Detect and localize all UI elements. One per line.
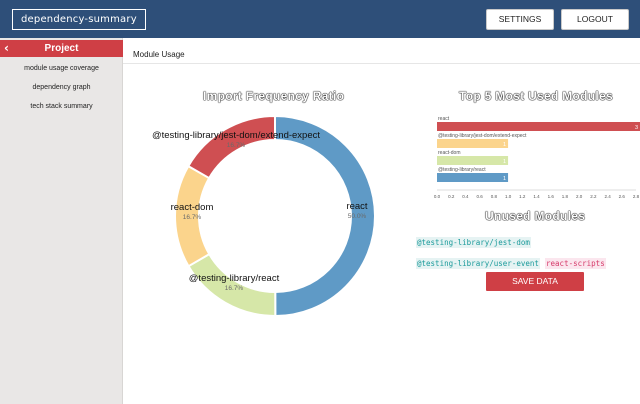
- slice-pct: 16.7%: [226, 142, 246, 149]
- slice-label-testing-library-react: @testing-library/react 16.7%: [179, 273, 289, 292]
- bar: [437, 156, 509, 165]
- bar-category-label: react: [438, 116, 450, 122]
- x-tick-label: 0.6: [477, 194, 484, 199]
- title-divider: [123, 63, 640, 64]
- sidebar-item-module-usage-coverage[interactable]: module usage coverage: [0, 65, 123, 72]
- x-tick-label: 1.4: [533, 194, 540, 199]
- app-brand[interactable]: dependency-summary: [12, 9, 146, 30]
- bar-category-label: react-dom: [438, 150, 461, 156]
- logout-button[interactable]: LOGOUT: [561, 9, 629, 30]
- slice-pct: 16.7%: [224, 285, 244, 292]
- slice-label-react-dom: react-dom 16.7%: [161, 202, 223, 221]
- sidebar-item-tech-stack-summary[interactable]: tech stack summary: [0, 103, 123, 110]
- x-tick-label: 1.0: [505, 194, 512, 199]
- x-tick-label: 1.6: [548, 194, 555, 199]
- bar-value-label: 3: [635, 125, 638, 131]
- sidebar-title: Project: [44, 43, 79, 54]
- unused-modules-title: Unused Modules: [485, 209, 586, 223]
- top-modules-chart: react 3 @testing-library/jest-dom/extend-e…: [416, 110, 640, 202]
- x-tick-label: 1.2: [519, 194, 526, 199]
- slice-name: @testing-library/jest-dom/extend-expect: [151, 130, 321, 141]
- bar: [437, 122, 640, 131]
- slice-name: @testing-library/react: [188, 273, 280, 284]
- unused-modules-list: @testing-library/jest-dom @testing-libra…: [416, 230, 640, 272]
- bar-category-label: @testing-library/react: [438, 167, 486, 173]
- bar-value-label: 1: [503, 176, 506, 182]
- bar: [437, 173, 509, 182]
- top-modules-bar-svg: react 3 @testing-library/jest-dom/extend-e…: [434, 116, 640, 199]
- slice-label-jest-dom: @testing-library/jest-dom/extend-expect …: [141, 130, 331, 149]
- slice-name: react-dom: [170, 202, 214, 213]
- x-tick-label: 2.4: [604, 194, 611, 199]
- import-ratio-chart: @testing-library/jest-dom/extend-expect …: [133, 108, 423, 326]
- x-tick-label: 0.0: [434, 194, 441, 199]
- top-modules-title: Top 5 Most Used Modules: [459, 89, 614, 103]
- bar-value-label: 1: [503, 142, 506, 148]
- bar-value-label: 1: [503, 159, 506, 165]
- x-tick-label: 2.8: [633, 194, 640, 199]
- page-title: Module Usage: [133, 50, 185, 59]
- sidebar-item-dependency-graph[interactable]: dependency graph: [0, 84, 123, 91]
- x-tick-label: 2.6: [619, 194, 626, 199]
- unused-module-tag: @testing-library/jest-dom: [416, 237, 531, 248]
- unused-module-tag: react-scripts: [545, 258, 606, 269]
- x-tick-label: 0.2: [448, 194, 455, 199]
- sidebar: Project ‹ module usage coverage dependen…: [0, 38, 123, 404]
- x-tick-label: 2.0: [576, 194, 583, 199]
- slice-label-react: react 50.0%: [337, 201, 377, 220]
- import-ratio-title: Import Frequency Ratio: [203, 89, 345, 103]
- save-data-button[interactable]: SAVE DATA: [486, 272, 584, 291]
- slice-pct: 16.7%: [182, 214, 202, 221]
- x-tick-label: 0.4: [462, 194, 469, 199]
- top-navbar: dependency-summary SETTINGS LOGOUT: [0, 0, 640, 38]
- sidebar-header: Project ‹: [0, 40, 123, 57]
- settings-button[interactable]: SETTINGS: [486, 9, 554, 30]
- slice-name: react: [346, 201, 368, 212]
- unused-module-tag: @testing-library/user-event: [416, 258, 540, 269]
- x-tick-label: 1.8: [562, 194, 569, 199]
- chevron-left-icon[interactable]: ‹: [4, 41, 14, 56]
- bar: [437, 139, 509, 148]
- x-tick-label: 2.2: [590, 194, 597, 199]
- x-tick-label: 0.8: [491, 194, 498, 199]
- slice-pct: 50.0%: [347, 213, 367, 220]
- bar-category-label: @testing-library/jest-dom/extend-expect: [438, 133, 527, 139]
